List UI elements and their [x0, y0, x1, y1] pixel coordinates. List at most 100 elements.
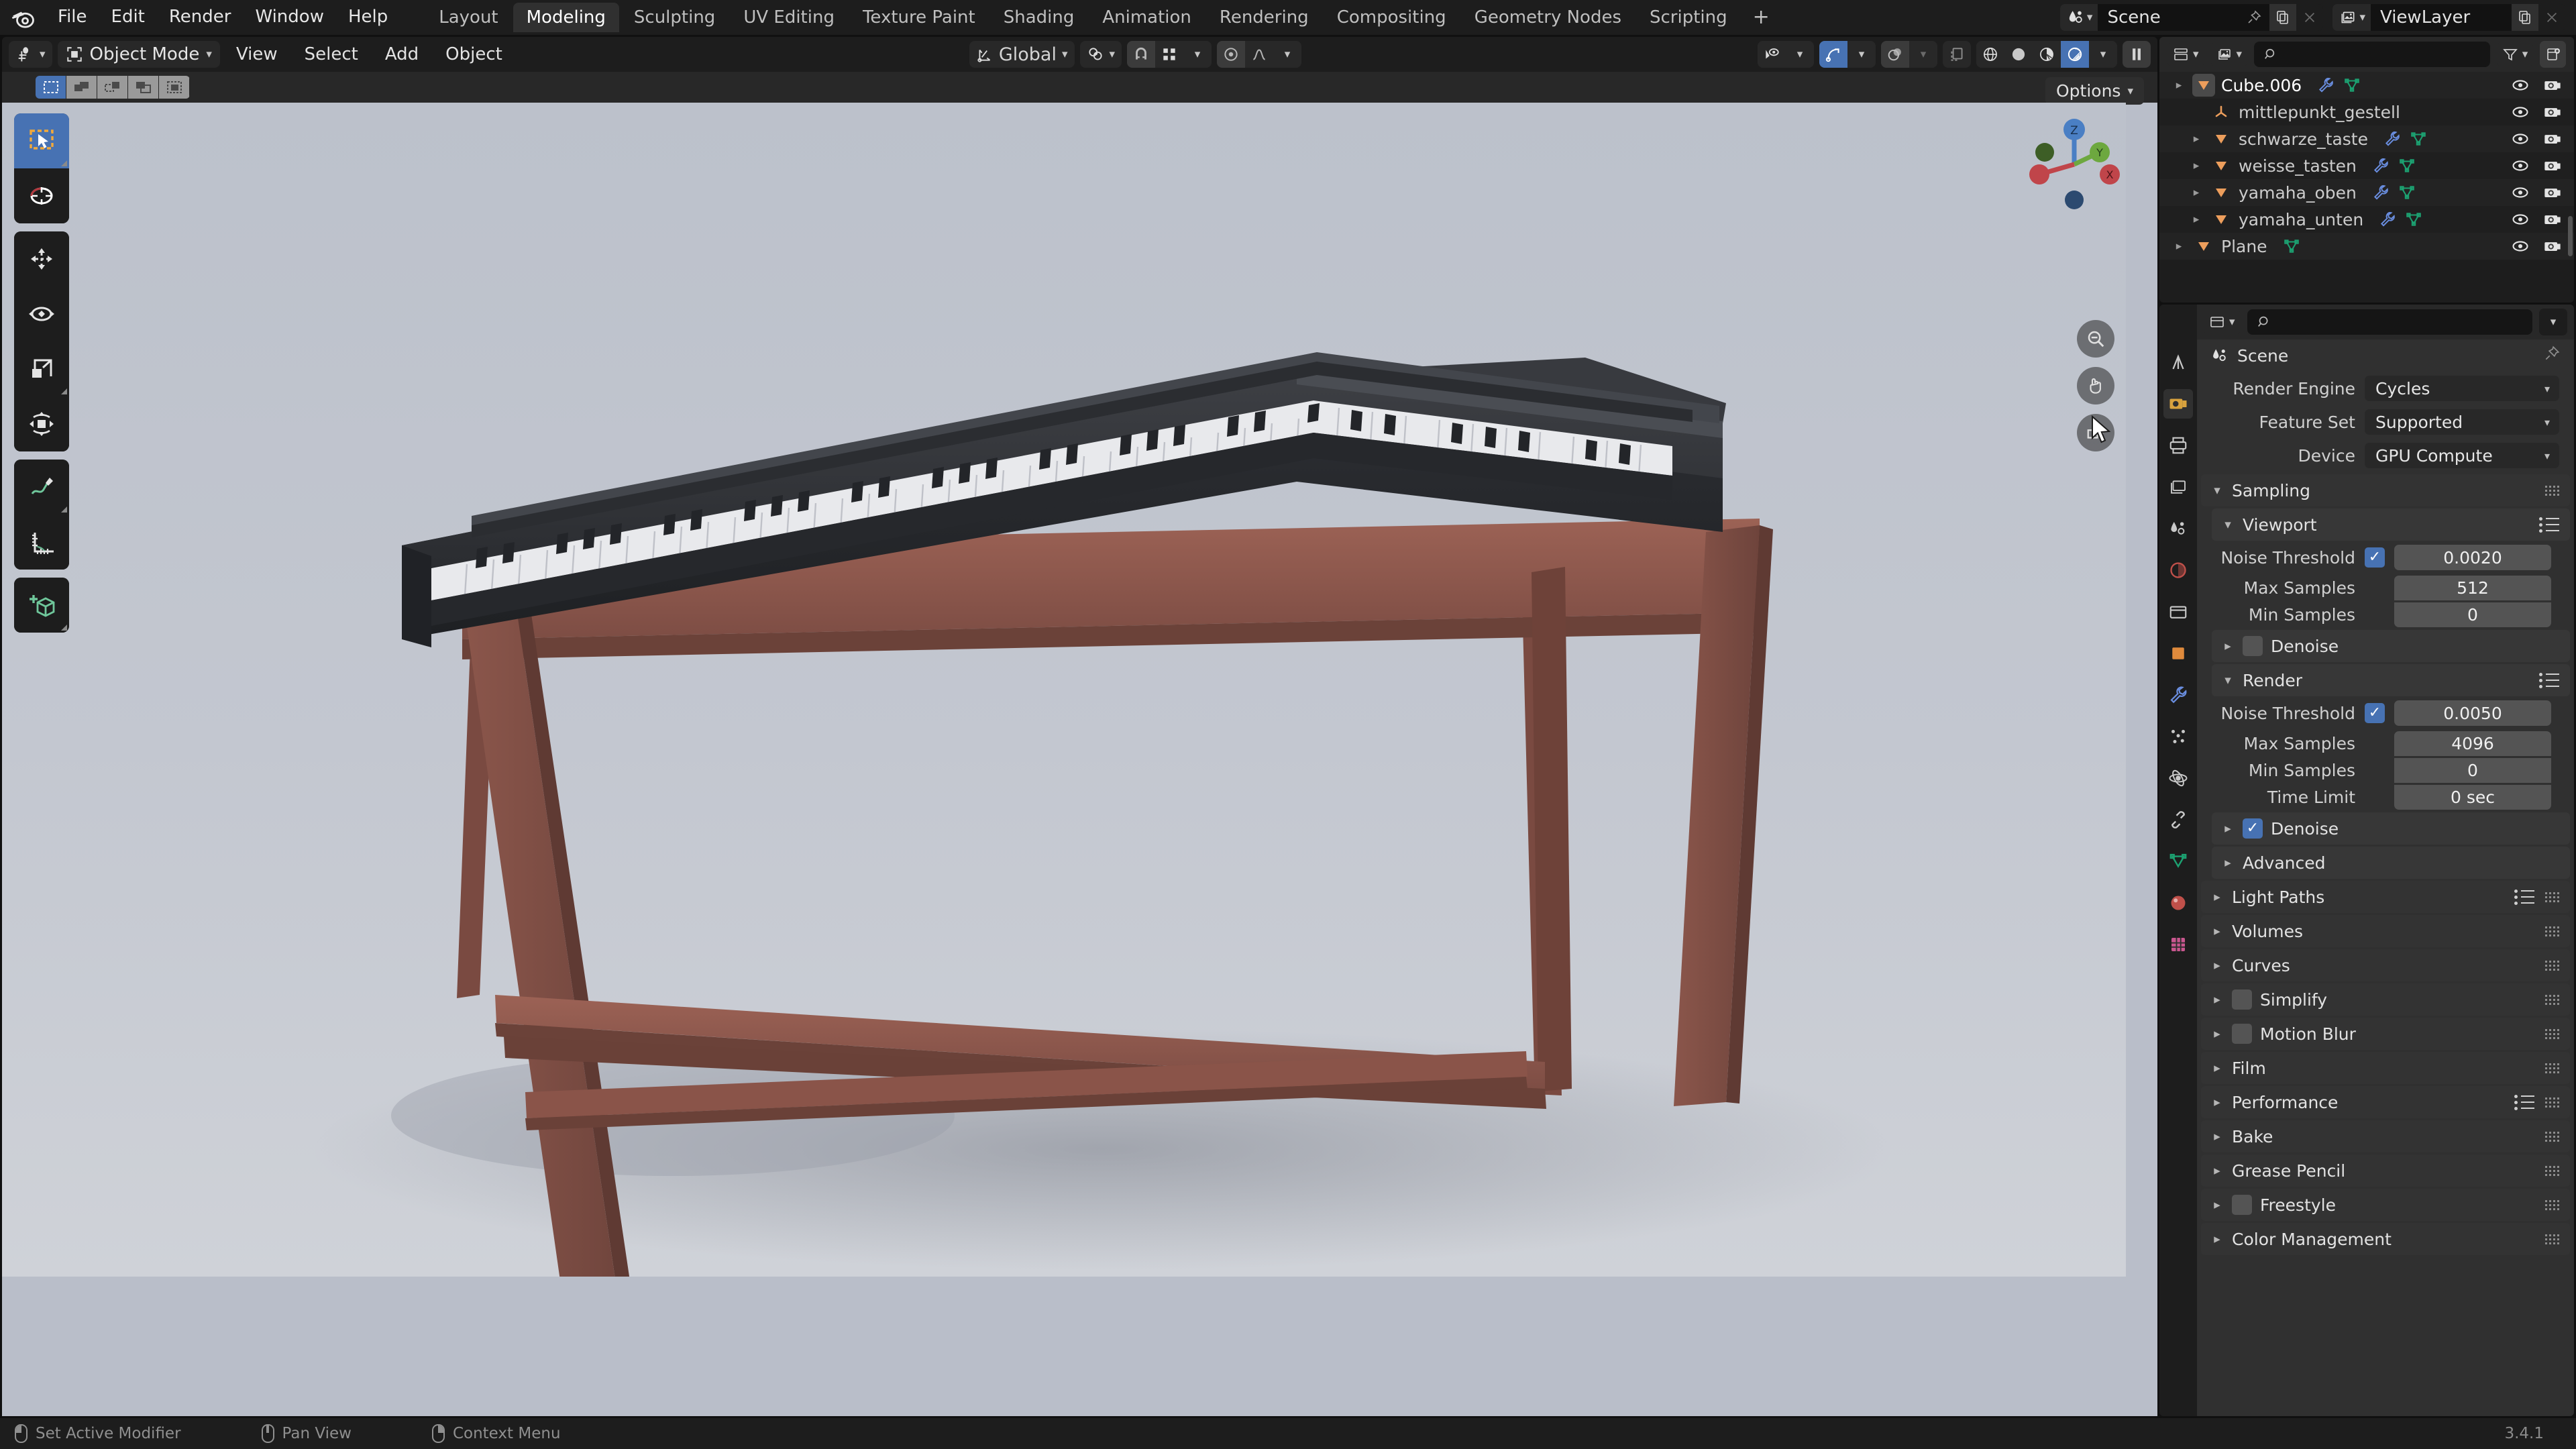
outliner-row-cube006[interactable]: ▸ Cube.006: [2159, 72, 2574, 99]
panel-freestyle[interactable]: ▸ Freestyle: [2201, 1189, 2570, 1221]
tool-move[interactable]: [14, 231, 69, 286]
snap-dropdown-icon[interactable]: ▾: [1183, 41, 1212, 68]
workspace-tab-rendering[interactable]: Rendering: [1206, 3, 1322, 32]
solid-shading-icon[interactable]: [2004, 41, 2033, 68]
show-overlays-icon[interactable]: [1881, 41, 1910, 68]
select-subtract-icon[interactable]: [97, 76, 128, 99]
outliner-row-plane[interactable]: ▸ Plane: [2159, 233, 2574, 260]
navigation-gizmo[interactable]: Z Y X: [2021, 111, 2128, 218]
snap-magnet-icon[interactable]: [1127, 41, 1156, 68]
viewport-menu-select[interactable]: Select: [294, 42, 369, 67]
menu-edit[interactable]: Edit: [99, 4, 157, 30]
tab-scene[interactable]: [2163, 514, 2193, 543]
tab-physics[interactable]: [2163, 763, 2193, 793]
properties-search-box[interactable]: [2247, 309, 2532, 335]
pan-view-icon[interactable]: [2077, 367, 2114, 405]
simplify-checkbox[interactable]: [2232, 989, 2252, 1010]
tool-scale[interactable]: [14, 341, 69, 396]
menu-window[interactable]: Window: [243, 4, 336, 30]
preset-list-icon[interactable]: [2539, 672, 2559, 688]
overlays-dropdown-icon[interactable]: ▾: [1909, 41, 1938, 68]
hide-in-viewport-eye-icon[interactable]: [2511, 76, 2530, 95]
tab-collection[interactable]: [2163, 597, 2193, 627]
render-min-samples-field[interactable]: 0: [2394, 757, 2551, 783]
panel-sampling-viewport[interactable]: ▾ Viewport: [2212, 508, 2570, 541]
properties-search-input[interactable]: [2277, 312, 2523, 332]
tool-tweak-select-box[interactable]: [14, 113, 69, 168]
workspace-tab-animation[interactable]: Animation: [1089, 3, 1205, 32]
wireframe-shading-icon[interactable]: [1976, 41, 2005, 68]
tool-cursor[interactable]: [14, 168, 69, 223]
shading-dropdown-icon[interactable]: ▾: [2089, 41, 2118, 68]
drag-handle-icon[interactable]: [2545, 485, 2559, 496]
drag-handle-icon[interactable]: [2545, 1063, 2559, 1073]
select-intersect-icon[interactable]: [159, 76, 190, 99]
outliner-scrollbar[interactable]: [2568, 216, 2573, 256]
new-collection-button[interactable]: [2540, 41, 2566, 68]
drag-handle-icon[interactable]: [2545, 960, 2559, 971]
workspace-tab-texture-paint[interactable]: Texture Paint: [849, 3, 989, 32]
panel-motion-blur[interactable]: ▸ Motion Blur: [2201, 1018, 2570, 1050]
modifier-wrench-icon[interactable]: [2379, 211, 2396, 228]
object-visibility-icon[interactable]: [1758, 41, 1786, 68]
outliner-row-schwarze-taste[interactable]: ▸ schwarze_taste: [2159, 125, 2574, 152]
modifier-wrench-icon[interactable]: [2372, 157, 2390, 174]
menu-render[interactable]: Render: [157, 4, 244, 30]
disable-in-renders-camera-icon[interactable]: [2543, 76, 2562, 95]
panel-light-paths[interactable]: ▸ Light Paths: [2201, 881, 2570, 913]
outliner-display-mode[interactable]: ▾: [2210, 42, 2248, 67]
new-scene-icon[interactable]: [2269, 4, 2297, 31]
outliner-tree[interactable]: ▸ Cube.006 mittlepunkt_gestell ▸ schwarz…: [2159, 72, 2574, 303]
disclosure-triangle-icon[interactable]: ▸: [2189, 186, 2204, 199]
panel-color-management[interactable]: ▸ Color Management: [2201, 1223, 2570, 1255]
render-time-limit-field[interactable]: 0 sec: [2394, 784, 2551, 810]
select-invert-icon[interactable]: [128, 76, 159, 99]
panel-simplify[interactable]: ▸ Simplify: [2201, 983, 2570, 1016]
tool-measure[interactable]: [14, 515, 69, 570]
mesh-data-icon[interactable]: [2398, 157, 2416, 174]
tab-modifiers[interactable]: [2163, 680, 2193, 710]
outliner-row-weisse-tasten[interactable]: ▸ weisse_tasten: [2159, 152, 2574, 179]
panel-film[interactable]: ▸ Film: [2201, 1052, 2570, 1084]
select-set-icon[interactable]: [36, 76, 66, 99]
preset-list-icon[interactable]: [2539, 517, 2559, 533]
viewport-min-samples-field[interactable]: 0: [2394, 602, 2551, 627]
tab-constraints[interactable]: [2163, 805, 2193, 835]
render-noise-threshold-field[interactable]: 0.0050: [2394, 700, 2551, 726]
tool-rotate[interactable]: [14, 286, 69, 341]
disclosure-triangle-icon[interactable]: ▸: [2189, 132, 2204, 146]
hide-in-viewport-eye-icon[interactable]: [2511, 129, 2530, 148]
blender-logo-icon[interactable]: [8, 2, 39, 33]
mesh-data-icon[interactable]: [2405, 211, 2422, 228]
preset-list-icon[interactable]: [2514, 1094, 2534, 1110]
scene-name[interactable]: Scene: [2098, 4, 2239, 31]
scene-icon[interactable]: ▾: [2059, 4, 2098, 31]
viewlayer-selector[interactable]: ▾ ViewLayer: [2332, 4, 2565, 31]
mesh-data-icon[interactable]: [2283, 237, 2300, 255]
hide-in-viewport-eye-icon[interactable]: [2511, 156, 2530, 175]
tab-material[interactable]: [2163, 888, 2193, 918]
mesh-data-icon[interactable]: [2343, 76, 2361, 94]
drag-handle-icon[interactable]: [2545, 1165, 2559, 1176]
viewport-noise-threshold-field[interactable]: 0.0020: [2394, 545, 2551, 570]
disable-in-renders-camera-icon[interactable]: [2543, 183, 2562, 202]
toggle-xray-icon[interactable]: [1943, 41, 1972, 68]
tool-add-cube[interactable]: [14, 578, 69, 633]
drag-handle-icon[interactable]: [2545, 892, 2559, 902]
gizmo-dropdown-icon[interactable]: ▾: [1847, 41, 1876, 68]
menu-file[interactable]: File: [46, 4, 99, 30]
viewport-denoise-checkbox[interactable]: [2243, 636, 2263, 656]
tab-object[interactable]: [2163, 639, 2193, 668]
disable-in-renders-camera-icon[interactable]: [2543, 103, 2562, 121]
select-extend-icon[interactable]: [66, 76, 97, 99]
disable-in-renders-camera-icon[interactable]: [2543, 156, 2562, 175]
rendered-shading-icon[interactable]: [2061, 41, 2090, 68]
viewport-menu-object[interactable]: Object: [435, 42, 513, 67]
drag-handle-icon[interactable]: [2545, 994, 2559, 1005]
mesh-data-icon[interactable]: [2410, 130, 2427, 148]
panel-sampling[interactable]: ▾ Sampling: [2201, 474, 2570, 506]
editor-type-selector[interactable]: ▾: [9, 41, 52, 68]
zoom-view-icon[interactable]: [2077, 320, 2114, 358]
show-gizmo-icon[interactable]: [1819, 41, 1848, 68]
panel-sampling-advanced[interactable]: ▸ Advanced: [2212, 847, 2570, 879]
